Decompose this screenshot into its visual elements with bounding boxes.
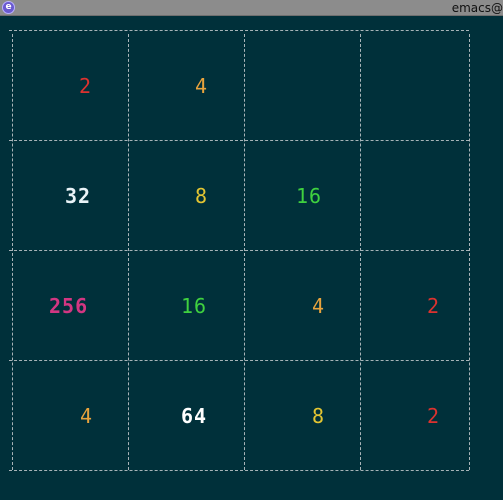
board-cell: 256 xyxy=(13,251,129,361)
board-cell: 16 xyxy=(245,141,361,251)
tile-value: 4 xyxy=(195,74,209,98)
board-cell: 64 xyxy=(129,361,245,471)
emacs-icon: e xyxy=(2,1,15,14)
tile-value: 64 xyxy=(181,404,208,428)
board-cell: 2 xyxy=(361,361,477,471)
tile-value: 16 xyxy=(181,294,208,318)
window-titlebar[interactable]: e emacs@ xyxy=(0,0,503,16)
tile-value: 16 xyxy=(296,184,323,208)
board-cell: 8 xyxy=(129,141,245,251)
board-cell: 32 xyxy=(13,141,129,251)
tile-value: 2 xyxy=(427,404,441,428)
window-title: emacs@ xyxy=(451,1,503,15)
board-cell: 2 xyxy=(361,251,477,361)
board-cell xyxy=(245,31,361,141)
tile-value: 8 xyxy=(312,404,326,428)
tile-value: 256 xyxy=(49,294,89,318)
board-cell: 16 xyxy=(129,251,245,361)
tile-value: 4 xyxy=(312,294,326,318)
board-cell xyxy=(361,31,477,141)
game-board[interactable]: 2 4 32 8 16 256 16 4 2 4 64 8 2 xyxy=(0,16,503,500)
board-cell: 4 xyxy=(13,361,129,471)
tile-value: 2 xyxy=(427,294,441,318)
tile-value: 4 xyxy=(80,404,94,428)
board-cell xyxy=(361,141,477,251)
board-cell: 8 xyxy=(245,361,361,471)
tile-value: 8 xyxy=(195,184,209,208)
tile-value: 32 xyxy=(65,184,92,208)
board-cell: 4 xyxy=(245,251,361,361)
tile-value: 2 xyxy=(79,74,93,98)
board-cell: 4 xyxy=(129,31,245,141)
board-cell: 2 xyxy=(13,31,129,141)
